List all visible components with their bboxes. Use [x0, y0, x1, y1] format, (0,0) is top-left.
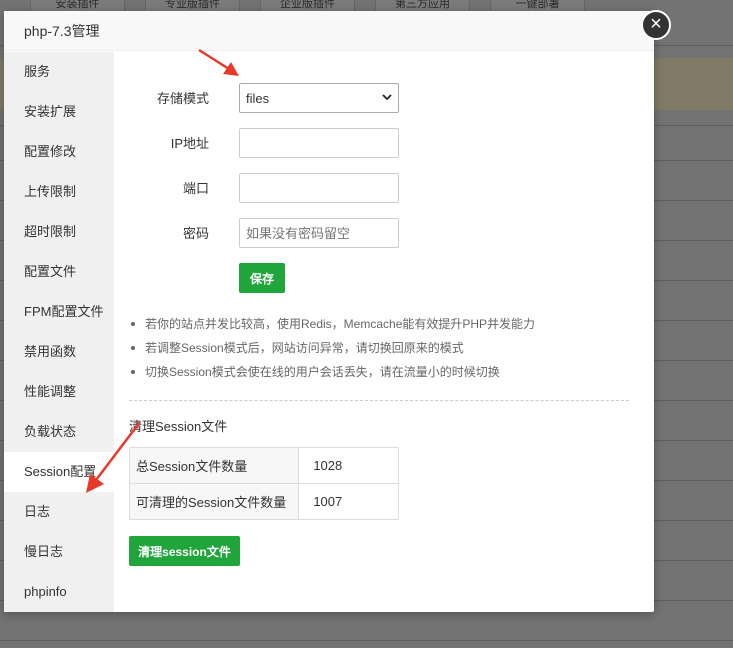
save-button[interactable]: 保存 — [239, 263, 285, 293]
storage-mode-select-wrap: files — [239, 83, 399, 113]
sidebar-item-slow-log[interactable]: 慢日志 — [4, 532, 114, 572]
password-row: 密码 — [114, 218, 514, 250]
php-manager-dialog: php-7.3管理 服务 安装扩展 配置修改 上传限制 超时限制 配置文件 FP… — [4, 10, 671, 612]
ip-row: IP地址 — [114, 128, 514, 160]
ip-input[interactable] — [239, 128, 399, 158]
sidebar-item-phpinfo[interactable]: phpinfo — [4, 572, 114, 612]
tip-item: 切换Session模式会使在线的用户会话丢失，请在流量小的时候切换 — [129, 360, 649, 384]
sidebar-item-fpm-config[interactable]: FPM配置文件 — [4, 292, 114, 332]
sidebar-item-config-edit[interactable]: 配置修改 — [4, 132, 114, 172]
dashed-divider — [129, 400, 629, 401]
tip-item: 若调整Session模式后，网站访问异常，请切换回原来的模式 — [129, 336, 649, 360]
ip-label: IP地址 — [170, 136, 209, 151]
dialog-sidebar: 服务 安装扩展 配置修改 上传限制 超时限制 配置文件 FPM配置文件 禁用函数… — [4, 52, 114, 612]
sidebar-item-disabled-functions[interactable]: 禁用函数 — [4, 332, 114, 372]
sidebar-item-timeout-limit[interactable]: 超时限制 — [4, 212, 114, 252]
storage-mode-label: 存储模式 — [156, 91, 209, 106]
tip-item: 若你的站点并发比较高，使用Redis，Memcache能有效提升PHP并发能力 — [129, 312, 649, 336]
password-label: 密码 — [182, 226, 209, 241]
table-row: 可清理的Session文件数量 1007 — [128, 483, 399, 520]
close-icon: × — [650, 13, 662, 35]
cleanup-section-title: 清理Session文件 — [129, 419, 228, 434]
password-input[interactable] — [239, 218, 399, 248]
port-label: 端口 — [182, 181, 209, 196]
clean-session-button[interactable]: 清理session文件 — [129, 536, 240, 566]
sidebar-item-service[interactable]: 服务 — [4, 52, 114, 92]
close-button[interactable]: × — [641, 10, 671, 40]
sidebar-item-session-config[interactable]: Session配置 — [4, 452, 114, 492]
port-input[interactable] — [239, 173, 399, 203]
total-session-label: 总Session文件数量 — [128, 447, 300, 484]
sidebar-item-load-status[interactable]: 负载状态 — [4, 412, 114, 452]
cleanable-session-value: 1007 — [298, 483, 399, 520]
storage-mode-row: 存储模式 files — [114, 83, 514, 115]
session-stats-table: 总Session文件数量 1028 可清理的Session文件数量 1007 — [128, 447, 399, 520]
sidebar-item-upload-limit[interactable]: 上传限制 — [4, 172, 114, 212]
session-config-panel: 存储模式 files IP地址 端口 密码 保存 若你的站点并发比较高 — [114, 52, 654, 612]
background-divider — [0, 640, 733, 641]
sidebar-item-performance[interactable]: 性能调整 — [4, 372, 114, 412]
table-row: 总Session文件数量 1028 — [128, 447, 399, 484]
cleanable-session-label: 可清理的Session文件数量 — [128, 483, 300, 520]
dialog-header: php-7.3管理 — [4, 11, 654, 51]
total-session-value: 1028 — [298, 447, 399, 484]
tips-list: 若你的站点并发比较高，使用Redis，Memcache能有效提升PHP并发能力 … — [129, 312, 649, 384]
sidebar-item-install-extension[interactable]: 安装扩展 — [4, 92, 114, 132]
port-row: 端口 — [114, 173, 514, 205]
sidebar-item-log[interactable]: 日志 — [4, 492, 114, 532]
storage-mode-select[interactable]: files — [239, 83, 399, 113]
dialog-title: php-7.3管理 — [24, 23, 100, 39]
sidebar-item-config-file[interactable]: 配置文件 — [4, 252, 114, 292]
